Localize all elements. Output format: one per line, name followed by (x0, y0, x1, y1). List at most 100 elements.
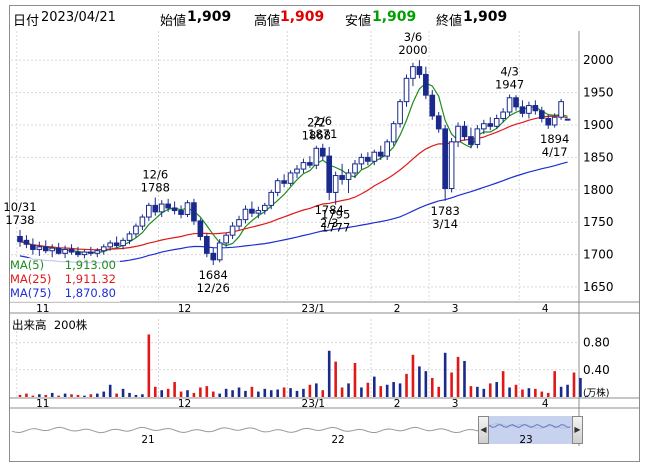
candle-body (146, 204, 152, 218)
candle-body (49, 247, 56, 252)
candle-body (229, 225, 236, 236)
candle-body (455, 125, 461, 143)
candle-body (468, 136, 474, 145)
annotation-date: 4/17 (542, 145, 568, 159)
volume-bar (373, 376, 376, 397)
candle-body (500, 111, 506, 120)
volume-bar (521, 389, 524, 397)
volume-bar (31, 395, 35, 397)
volume-bar (147, 334, 151, 397)
candle-body (152, 204, 159, 213)
candle-body (287, 172, 294, 184)
volume-bar (405, 373, 408, 397)
annotation-price: 1894 (540, 132, 569, 146)
price-tick-label: 1900 (583, 118, 614, 132)
volume-bar (134, 394, 138, 397)
candle-body (23, 239, 30, 245)
volume-bar (218, 393, 221, 397)
volume-title: 出来高 200株 (12, 318, 88, 332)
volume-bar (437, 386, 441, 397)
volume-bar (282, 387, 286, 397)
candle-body (532, 105, 539, 112)
price-tick-label: 1750 (583, 215, 614, 229)
candle-body (435, 115, 442, 130)
candle-body (68, 248, 75, 253)
volume-bar (476, 386, 479, 397)
ma-line-ma5 (19, 82, 568, 254)
volume-bar (546, 392, 550, 397)
candle-body (403, 77, 410, 103)
candle-body (236, 219, 242, 227)
navigator-right-handle[interactable]: ▶ (572, 416, 583, 444)
volume-bar (463, 360, 466, 397)
volume-bar (495, 382, 498, 397)
month-label: 11 (36, 398, 49, 410)
annotation-price: 2000 (398, 43, 427, 57)
candle-body (94, 250, 101, 254)
volume-bar (63, 393, 67, 397)
volume-bar (443, 352, 447, 397)
volume-bar (508, 387, 511, 397)
volume-bar (276, 389, 279, 397)
volume-bar (353, 363, 357, 397)
candle-body (377, 151, 384, 157)
volume-bar (179, 391, 183, 397)
annotation-date: 12/6 (142, 168, 168, 182)
candle-body (261, 204, 268, 212)
volume-bar (108, 384, 112, 397)
candle-body (416, 66, 423, 75)
price-tick-label: 1700 (583, 248, 614, 262)
volume-tick-label: 0.80 (583, 336, 610, 350)
volume-bar (83, 395, 86, 397)
volume-bar (76, 394, 80, 397)
annotation-price: 1783 (431, 204, 460, 218)
candle-body (107, 242, 114, 248)
volume-bar (456, 356, 460, 397)
volume-bar (18, 394, 22, 397)
candle-body (429, 94, 436, 117)
annotation-price: 1684 (199, 268, 228, 282)
volume-bar (308, 384, 312, 397)
volume-bar (334, 361, 337, 397)
candle-body (423, 73, 429, 96)
candle-body (30, 244, 36, 250)
candle-body (75, 251, 81, 256)
navigator-left-handle[interactable]: ◀ (478, 416, 489, 444)
volume-bar (25, 393, 28, 397)
annotation-date: 3/6 (404, 30, 423, 44)
month-label: 2 (394, 303, 401, 315)
candle-body (223, 234, 229, 244)
volume-bar (424, 371, 428, 397)
volume-bar (160, 390, 164, 397)
volume-bar (89, 394, 93, 397)
candle-body (216, 242, 223, 261)
volume-bar (192, 392, 196, 397)
candle-body (17, 235, 23, 243)
price-tick-label: 1650 (583, 280, 614, 294)
candle-body (126, 233, 133, 241)
volume-bar (141, 394, 144, 397)
volume-bar (121, 388, 125, 397)
candle-body (268, 191, 275, 206)
volume-bar (44, 394, 48, 397)
candle-body (384, 141, 391, 157)
volume-bar (501, 371, 505, 397)
candle-body (88, 251, 94, 254)
volume-bar (231, 390, 234, 397)
month-label: 4 (542, 398, 549, 410)
volume-bar (340, 387, 344, 397)
legend-ma25: MA(25) 1,911.32 (10, 272, 116, 286)
volume-bar (559, 386, 563, 397)
candle-body (100, 246, 107, 252)
legend-ma75: MA(75) 1,870.80 (10, 286, 116, 300)
volume-bar (572, 372, 576, 397)
candle-body (371, 151, 378, 162)
volume-bar (302, 388, 305, 397)
month-label: 11 (36, 303, 49, 315)
annotation-date: 1777 (321, 221, 350, 235)
annotation-price: 1738 (5, 213, 34, 227)
price-tick-label: 1850 (583, 150, 614, 164)
candle-body (120, 239, 126, 247)
candle-body (300, 162, 307, 170)
volume-bar (50, 392, 54, 397)
